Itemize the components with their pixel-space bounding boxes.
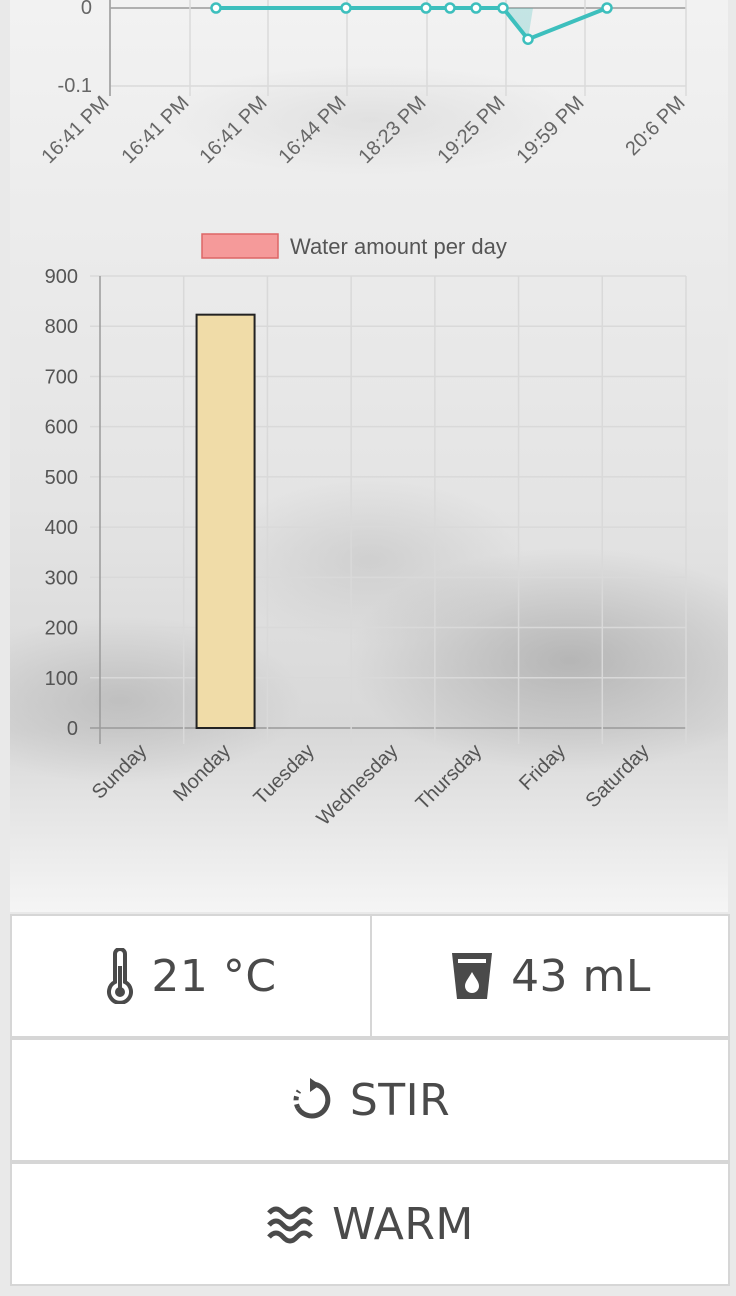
bar-y-tick-label: 900 <box>45 266 78 288</box>
rotate-icon <box>290 1078 334 1122</box>
line-x-tick-label: 20:6 PM <box>621 92 689 160</box>
bar-y-tick-label: 400 <box>45 517 78 539</box>
temperature-tile: 21 °C <box>10 914 372 1038</box>
bar-y-tick-label: 700 <box>45 366 78 388</box>
line-x-tick-label: 18:23 PM <box>354 92 430 168</box>
water-value: 43 mL <box>511 950 651 1002</box>
line-point <box>601 2 613 14</box>
line-x-tick-label: 16:41 PM <box>37 92 113 168</box>
bar-x-tick-label: Thursday <box>412 740 487 815</box>
line-y-tick-label: 0 <box>81 0 92 19</box>
line-y-tick-label: -0.1 <box>58 75 92 97</box>
bar-y-tick-label: 0 <box>67 718 78 740</box>
line-point <box>420 2 432 14</box>
bar-y-tick-label: 500 <box>45 467 78 489</box>
stir-label: STIR <box>349 1074 451 1126</box>
cup-icon <box>449 950 495 1002</box>
line-x-tick-label: 16:41 PM <box>117 92 193 168</box>
line-x-tick-label: 19:25 PM <box>433 92 509 168</box>
heat-waves-icon <box>266 1203 316 1245</box>
bar-x-tick-label: Monday <box>169 740 235 806</box>
line-chart: 0-0.116:41 PM 16:41 PM 16:41 PM 16:44 PM 18:… <box>37 0 690 168</box>
warm-button[interactable]: WARM <box>10 1162 730 1286</box>
line-point <box>470 2 482 14</box>
line-x-tick-label: 16:44 PM <box>274 92 350 168</box>
bar-y-tick-label: 600 <box>45 417 78 439</box>
charts-area: 0-0.116:41 PM 16:41 PM 16:41 PM 16:44 PM 18:… <box>37 0 690 830</box>
line-x-tick-label: 16:41 PM <box>195 92 271 168</box>
legend-swatch <box>201 233 279 259</box>
bar <box>195 313 256 729</box>
water-tile: 43 mL <box>370 914 730 1038</box>
bar-y-tick-label: 800 <box>45 316 78 338</box>
bar-x-tick-label: Saturday <box>582 740 654 812</box>
bar-x-tick-label: Tuesday <box>250 740 319 809</box>
line-point <box>340 2 352 14</box>
line-point <box>210 2 222 14</box>
temperature-value: 21 °C <box>151 950 277 1002</box>
bar-y-tick-label: 100 <box>45 668 78 690</box>
line-point <box>497 2 509 14</box>
stir-button[interactable]: STIR <box>10 1038 730 1162</box>
bar-x-tick-label: Wednesday <box>313 740 403 830</box>
bar-chart: Water amount per day 0 100 200 300 400 500 600 7… <box>45 233 687 830</box>
line-point <box>522 33 534 45</box>
line-series <box>216 6 608 42</box>
bar-y-tick-label: 200 <box>45 618 78 640</box>
bar-y-tick-label: 300 <box>45 567 78 589</box>
app-root: 0 -0.1 16:41 PM 16:41 PM 16:41 PM 16:44 PM 18:… <box>0 0 736 1296</box>
legend-label: Water amount per day <box>290 234 507 259</box>
warm-label: WARM <box>332 1198 474 1250</box>
thermometer-icon <box>105 948 135 1004</box>
line-point <box>444 2 456 14</box>
bar-x-tick-label: Sunday <box>88 740 152 804</box>
bar-x-tick-label: Friday <box>515 740 570 795</box>
line-x-tick-label: 19:59 PM <box>512 92 588 168</box>
